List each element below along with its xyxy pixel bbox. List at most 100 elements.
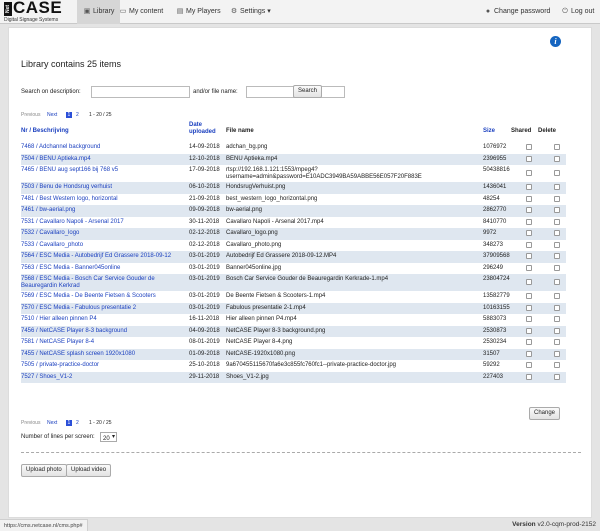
upload-photo-button[interactable]: Upload photo xyxy=(21,464,67,477)
nav-my-content[interactable]: ▭ My content xyxy=(113,0,169,24)
pager-next[interactable]: Next xyxy=(47,420,57,426)
shared-checkbox[interactable] xyxy=(526,184,532,190)
delete-checkbox[interactable] xyxy=(554,293,560,299)
pager-page-2[interactable]: 2 xyxy=(76,112,79,118)
shared-checkbox[interactable] xyxy=(526,170,532,176)
pager-next[interactable]: Next xyxy=(47,112,57,118)
search-description-input[interactable] xyxy=(91,86,190,98)
delete-checkbox[interactable] xyxy=(554,362,560,368)
item-name-link[interactable]: 7570 / ESC Media - Fabulous presentatie … xyxy=(21,305,186,312)
item-name-link[interactable]: 7465 / BENU aug sept166 bij 768 v5 xyxy=(21,167,186,174)
delete-checkbox[interactable] xyxy=(554,316,560,322)
pager-page-1[interactable]: 1 xyxy=(66,112,72,118)
search-filename-label: and/or file name: xyxy=(193,89,238,95)
shared-checkbox[interactable] xyxy=(526,350,532,357)
item-name-link[interactable]: 7531 / Cavallaro Napoli - Arsenal 2017 xyxy=(21,219,186,226)
item-name-link[interactable]: 7532 / Cavallaro_logo xyxy=(21,230,186,237)
item-size: 50438816 xyxy=(483,166,510,173)
shared-checkbox[interactable] xyxy=(526,279,532,285)
item-name-link[interactable]: 7481 / Best Western logo, horizontal xyxy=(21,196,186,203)
search-button[interactable]: Search xyxy=(293,85,323,98)
delete-checkbox[interactable] xyxy=(554,339,560,345)
shared-checkbox[interactable] xyxy=(526,264,532,271)
nav-library-label: Library xyxy=(93,8,115,15)
item-name-link[interactable]: 7468 / Adchannel background xyxy=(21,144,186,151)
search-description-label: Search on description: xyxy=(21,89,81,95)
item-name-link[interactable]: 7568 / ESC Media - Bosch Car Service Gou… xyxy=(21,276,186,290)
shared-checkbox[interactable] xyxy=(526,339,532,345)
item-date: 17-09-2018 xyxy=(189,166,220,173)
info-icon[interactable]: i xyxy=(550,36,561,47)
delete-checkbox[interactable] xyxy=(554,304,560,311)
item-name-link[interactable]: 7569 / ESC Media - De Beente Fietsen & S… xyxy=(21,293,186,300)
lines-per-screen-select[interactable]: 20 ▾ xyxy=(100,432,117,442)
delete-checkbox[interactable] xyxy=(554,155,560,162)
shared-checkbox[interactable] xyxy=(526,316,532,322)
item-name-link[interactable]: 7581 / NetCASE Player 8-4 xyxy=(21,339,186,346)
delete-checkbox[interactable] xyxy=(554,218,560,225)
nav-change-password[interactable]: ● Change password xyxy=(478,0,556,24)
shared-checkbox[interactable] xyxy=(526,304,532,311)
upload-video-button[interactable]: Upload video xyxy=(66,464,112,477)
table-row: 7505 / private-practice-doctor 25-10-2018… xyxy=(21,360,566,372)
item-date: 29-11-2018 xyxy=(189,373,220,380)
delete-checkbox[interactable] xyxy=(554,327,560,334)
shared-checkbox[interactable] xyxy=(526,155,532,162)
shared-checkbox[interactable] xyxy=(526,253,532,259)
shared-checkbox[interactable] xyxy=(526,327,532,334)
header-date[interactable]: Date uploaded xyxy=(189,122,221,136)
item-name-link[interactable]: 7527 / Shoes_V1-2 xyxy=(21,374,186,381)
shared-checkbox[interactable] xyxy=(526,195,532,202)
delete-checkbox[interactable] xyxy=(554,264,560,271)
pager-page-2[interactable]: 2 xyxy=(76,420,79,426)
netcase-logo[interactable]: Net CASE Digital Signage Systems xyxy=(4,0,70,23)
nav-change-password-label: Change password xyxy=(494,8,551,15)
shared-checkbox[interactable] xyxy=(526,293,532,299)
delete-checkbox[interactable] xyxy=(554,170,560,176)
item-name-link[interactable]: 7505 / private-practice-doctor xyxy=(21,362,186,369)
item-date: 09-09-2018 xyxy=(189,207,220,213)
delete-checkbox[interactable] xyxy=(554,195,560,202)
delete-checkbox[interactable] xyxy=(554,144,560,150)
pager-previous[interactable]: Previous xyxy=(21,112,40,118)
table-row: 7533 / Cavallaro_photo 02-12-2018 Cavallar… xyxy=(21,240,566,252)
shared-checkbox[interactable] xyxy=(526,362,532,368)
item-name-link[interactable]: 7456 / NetCASE Player 8-3 background xyxy=(21,328,186,335)
delete-checkbox[interactable] xyxy=(554,350,560,357)
item-name-link[interactable]: 7563 / ESC Media - Banner045online xyxy=(21,265,186,272)
table-row: 7564 / ESC Media - Autobedrijf Ed Grasse… xyxy=(21,251,566,263)
shared-checkbox[interactable] xyxy=(526,144,532,150)
user-icon: ● xyxy=(485,8,491,15)
delete-checkbox[interactable] xyxy=(554,184,560,190)
item-name-link[interactable]: 7503 / Benu de Hondsrug verhuist xyxy=(21,184,186,191)
shared-checkbox[interactable] xyxy=(526,230,532,236)
pager-page-1[interactable]: 1 xyxy=(66,420,72,426)
delete-checkbox[interactable] xyxy=(554,230,560,236)
shared-checkbox[interactable] xyxy=(526,373,532,380)
delete-checkbox[interactable] xyxy=(554,253,560,259)
shared-checkbox[interactable] xyxy=(526,207,532,213)
change-button[interactable]: Change xyxy=(529,407,561,420)
item-name-link[interactable]: 7510 / Hier alleen pinnen P4 xyxy=(21,316,186,323)
delete-checkbox[interactable] xyxy=(554,373,560,380)
item-name-link[interactable]: 7455 / NetCASE splash screen 1920x1080 xyxy=(21,351,186,358)
shared-checkbox[interactable] xyxy=(526,241,532,248)
nav-logout[interactable]: ⏻ Log out xyxy=(555,0,600,24)
pager-previous[interactable]: Previous xyxy=(21,420,40,426)
nav-my-players[interactable]: ▤ My Players xyxy=(170,0,227,24)
item-name-link[interactable]: 7533 / Cavallaro_photo xyxy=(21,242,186,249)
item-name-link[interactable]: 7564 / ESC Media - Autobedrijf Ed Grasse… xyxy=(21,253,186,260)
logout-icon: ⏻ xyxy=(562,8,568,15)
delete-checkbox[interactable] xyxy=(554,279,560,285)
item-name-link[interactable]: 7504 / BENU Aptieka.mp4 xyxy=(21,156,186,163)
header-name[interactable]: Nr / Beschrijving xyxy=(21,128,69,135)
shared-checkbox[interactable] xyxy=(526,218,532,225)
header-size[interactable]: Size xyxy=(483,128,495,135)
item-name-link[interactable]: 7461 / bw-aerial.png xyxy=(21,207,186,214)
nav-settings[interactable]: ⚙ Settings ▾ xyxy=(224,0,277,24)
delete-checkbox[interactable] xyxy=(554,241,560,248)
item-filename: NetCASE-1920x1080.png xyxy=(226,350,296,357)
caret-down-icon: ▾ xyxy=(267,8,271,15)
item-filename: BENU Aptieka.mp4 xyxy=(226,155,278,162)
delete-checkbox[interactable] xyxy=(554,207,560,213)
